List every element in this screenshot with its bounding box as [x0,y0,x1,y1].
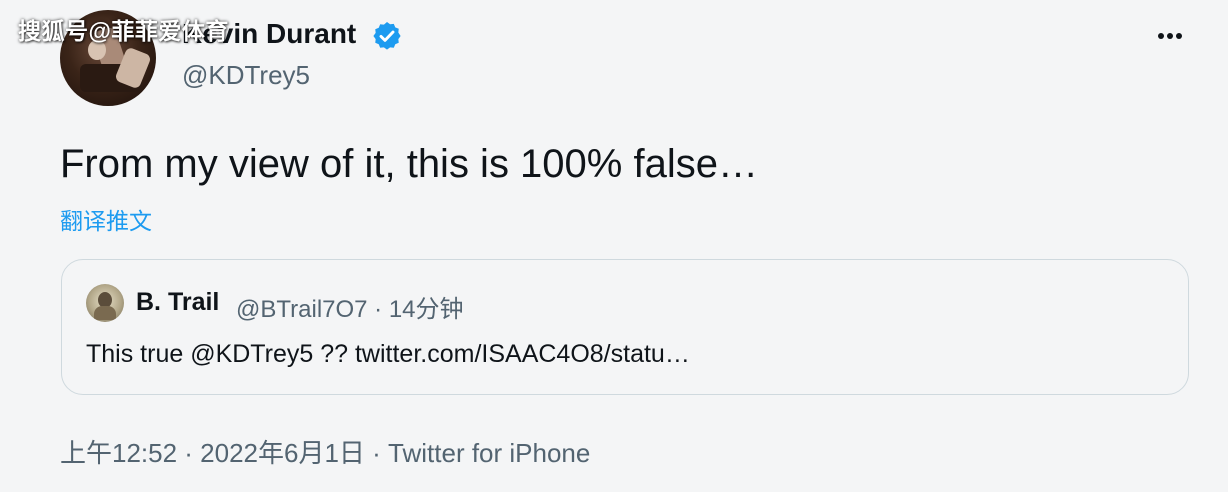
quoted-author-name[interactable]: B. Trail [136,288,219,317]
translate-tweet-link[interactable]: 翻译推文 [60,202,152,236]
quoted-author-meta: @BTrail7O7 · 14分钟 [236,296,464,323]
tweet-timestamp[interactable]: 上午12:52 · 2022年6月1日 · Twitter for iPhone [60,433,590,470]
tweet-text: From my view of it, this is 100% false… [60,142,758,186]
more-options-icon[interactable] [1158,26,1190,46]
watermark: 搜狐号@菲菲爱体育 [18,18,229,44]
author-handle[interactable]: @KDTrey5 [182,60,310,91]
verified-badge-icon [373,22,401,50]
quoted-tweet[interactable]: B. Trail @BTrail7O7 · 14分钟 This true @KD… [61,259,1189,395]
tweet-card: 搜狐号@菲菲爱体育 Kevin Durant @KDTrey5 From my … [0,0,1228,492]
quoted-tweet-text: This true @KDTrey5 ?? twitter.com/ISAAC4… [86,340,690,368]
quoted-author-avatar[interactable] [86,284,124,322]
